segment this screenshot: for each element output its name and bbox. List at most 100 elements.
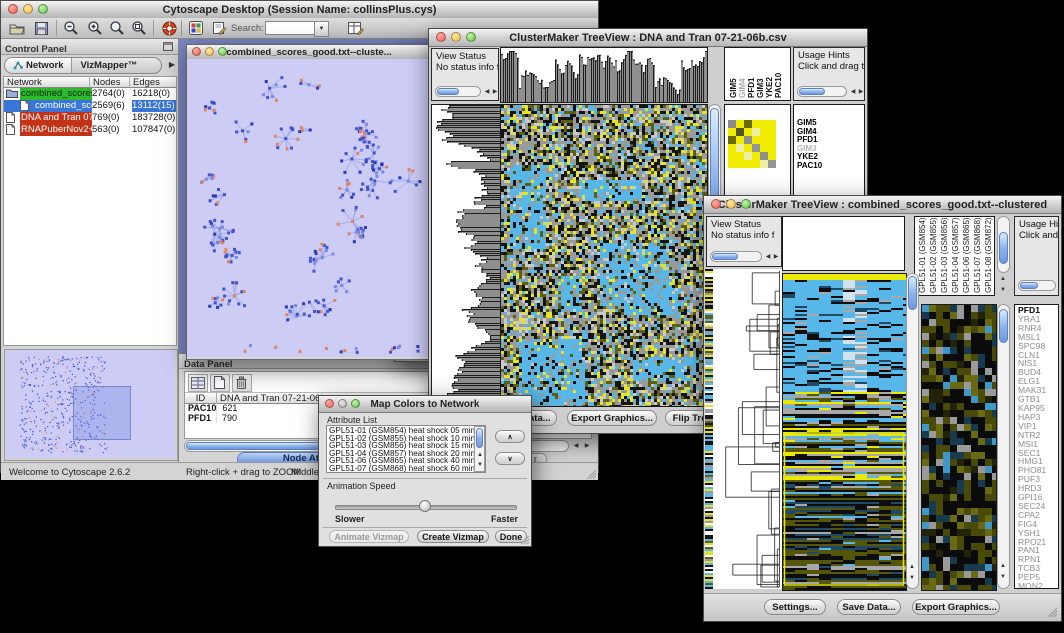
zoom-button[interactable] xyxy=(741,199,751,209)
zoom-button[interactable] xyxy=(218,47,227,56)
tab-network[interactable]: Network xyxy=(5,58,72,73)
resize-grip[interactable] xyxy=(520,535,530,545)
scroll-down-arrow[interactable]: ▼ xyxy=(907,575,917,581)
zoom-selected-button[interactable] xyxy=(107,19,127,37)
scroll-thumb[interactable] xyxy=(1020,282,1038,289)
zoom-button[interactable] xyxy=(38,4,48,14)
delete-attribute-button[interactable] xyxy=(232,374,252,392)
close-button[interactable] xyxy=(8,4,18,14)
move-down-button[interactable]: ∨ xyxy=(495,452,525,465)
minimize-button[interactable] xyxy=(338,399,347,408)
select-attributes-button[interactable] xyxy=(188,374,208,392)
scroll-left-arrow[interactable]: ◀ xyxy=(571,443,581,449)
col-network[interactable]: Network xyxy=(4,77,90,88)
tv1-hints-scrollbar[interactable] xyxy=(797,86,847,97)
vizmapper-button[interactable] xyxy=(186,19,206,37)
minimize-button[interactable] xyxy=(23,4,33,14)
search-dropdown-button[interactable]: ▼ xyxy=(314,21,329,37)
scroll-right-arrow[interactable]: ▶ xyxy=(582,443,592,449)
tv1-row-dendrogram[interactable] xyxy=(431,104,501,407)
treeview2-titlebar[interactable]: ClusterMaker TreeView : combined_scores_… xyxy=(704,196,1061,214)
tv1-status-scrollbar[interactable] xyxy=(435,86,481,97)
tv2-column-tree-area[interactable] xyxy=(782,216,905,271)
col-edges[interactable]: Edges xyxy=(130,77,176,88)
scroll-thumb[interactable] xyxy=(437,88,459,95)
float-panel-icon[interactable] xyxy=(163,42,173,51)
resize-grip[interactable] xyxy=(585,468,597,480)
tv2-gene-vscrollbar[interactable] xyxy=(997,304,1010,589)
tv2-gene-label[interactable]: MON2 xyxy=(1018,582,1058,589)
zoom-button[interactable] xyxy=(351,399,360,408)
scroll-down-arrow[interactable]: ▼ xyxy=(998,287,1008,293)
close-button[interactable] xyxy=(192,47,201,56)
zoom-fit-button[interactable] xyxy=(129,19,149,37)
tv2-gene-list[interactable]: PFD1YRA1RNR4MSL1SPC98CLN1NIS1BUD4ELG1MAK… xyxy=(1014,304,1059,589)
open-file-button[interactable] xyxy=(7,19,27,37)
scroll-thumb[interactable] xyxy=(908,276,917,310)
zoom-button[interactable] xyxy=(466,32,476,42)
animate-vizmap-button[interactable]: Animate Vizmap xyxy=(329,530,409,543)
tv2-export-graphics-button[interactable]: Export Graphics... xyxy=(912,599,1000,615)
scroll-thumb[interactable] xyxy=(476,428,483,448)
create-vizmap-button[interactable]: Create Vizmap xyxy=(417,530,489,543)
minimize-button[interactable] xyxy=(451,32,461,42)
tv1-export-graphics-button[interactable]: Export Graphics... xyxy=(567,410,657,426)
network-window-1-titlebar[interactable]: combined_scores_good.txt--cluste... xyxy=(187,45,431,60)
new-attribute-button[interactable] xyxy=(210,374,230,392)
tv2-settings-button[interactable]: Settings... xyxy=(764,599,826,615)
tabs-overflow-arrow[interactable]: ▶ xyxy=(169,60,175,69)
attribute-list[interactable]: GPL51-01 (GSM854) heat shock 05 minGPL51… xyxy=(326,425,486,473)
similarity-matrix[interactable] xyxy=(728,120,776,168)
zoom-out-button[interactable] xyxy=(61,19,81,37)
tv1-row-label[interactable]: PAC10 xyxy=(797,162,864,171)
tv2-labels-vscrollbar[interactable] xyxy=(997,216,1010,273)
tv1-heatmap[interactable] xyxy=(500,104,708,407)
scroll-down-arrow[interactable]: ▼ xyxy=(998,574,1008,580)
birdseye-canvas[interactable] xyxy=(5,350,175,458)
scroll-down-arrow[interactable]: ▼ xyxy=(475,462,485,468)
tab-vizmapper[interactable]: VizMapper™ xyxy=(72,58,145,73)
move-up-button[interactable]: ∧ xyxy=(495,430,525,443)
scroll-right-arrow[interactable]: ▶ xyxy=(771,254,781,260)
treeview1-titlebar[interactable]: ClusterMaker TreeView : DNA and Tran 07-… xyxy=(429,29,867,47)
close-button[interactable] xyxy=(711,199,721,209)
attribute-list-item[interactable]: GPL51-07 (GSM868) heat shock 60 min xyxy=(329,465,483,473)
zoom-in-button[interactable] xyxy=(85,19,105,37)
tv2-status-scrollbar[interactable] xyxy=(710,251,762,262)
tv2-row-dendrogram[interactable] xyxy=(713,269,782,589)
scroll-thumb[interactable] xyxy=(999,232,1008,264)
annotation-button[interactable] xyxy=(209,19,229,37)
minimize-button[interactable] xyxy=(205,47,214,56)
tv2-heatmap[interactable] xyxy=(782,273,907,591)
tv1-column-dendrogram[interactable] xyxy=(500,47,708,103)
animation-slider[interactable] xyxy=(335,499,515,513)
tv2-overview-strip[interactable] xyxy=(705,269,713,589)
slider-thumb[interactable] xyxy=(419,500,431,512)
close-button[interactable] xyxy=(325,399,334,408)
search-input[interactable] xyxy=(265,21,315,35)
scroll-up-arrow[interactable]: ▲ xyxy=(998,563,1008,569)
help-button[interactable] xyxy=(159,19,179,37)
scroll-right-arrow[interactable]: ▶ xyxy=(490,89,499,95)
network-row[interactable]: DNA and Tran 07769(0)183728(0) xyxy=(4,112,176,124)
attribute-table-button[interactable] xyxy=(346,19,366,37)
close-button[interactable] xyxy=(436,32,446,42)
scroll-right-arrow[interactable]: ▶ xyxy=(856,89,865,95)
network-canvas-1[interactable] xyxy=(187,59,429,357)
save-button[interactable] xyxy=(31,19,51,37)
dialog-titlebar[interactable]: Map Colors to Network xyxy=(319,396,531,413)
scroll-thumb[interactable] xyxy=(712,253,738,260)
resize-grip[interactable] xyxy=(1046,606,1058,618)
tv2-hints-scrollbar[interactable] xyxy=(1018,280,1056,291)
tv2-heatmap-vscrollbar[interactable] xyxy=(906,273,919,589)
birdseye-panel[interactable] xyxy=(4,349,178,461)
scroll-thumb[interactable] xyxy=(799,88,825,95)
tv2-zoom-panel[interactable] xyxy=(921,304,997,591)
network-row[interactable]: RNAPuberNov2+1563(0)107847(0) xyxy=(4,124,176,136)
scroll-up-arrow[interactable]: ▲ xyxy=(998,276,1008,282)
network-row[interactable]: combined_scores2764(0)16218(0) xyxy=(4,88,176,100)
network-row[interactable]: combined_sco2569(6)13112(15) xyxy=(4,100,176,112)
scroll-up-arrow[interactable]: ▲ xyxy=(907,564,917,570)
tv2-save-data-button[interactable]: Save Data... xyxy=(837,599,901,615)
main-title-bar[interactable]: Cytoscape Desktop (Session Name: collins… xyxy=(1,1,598,19)
